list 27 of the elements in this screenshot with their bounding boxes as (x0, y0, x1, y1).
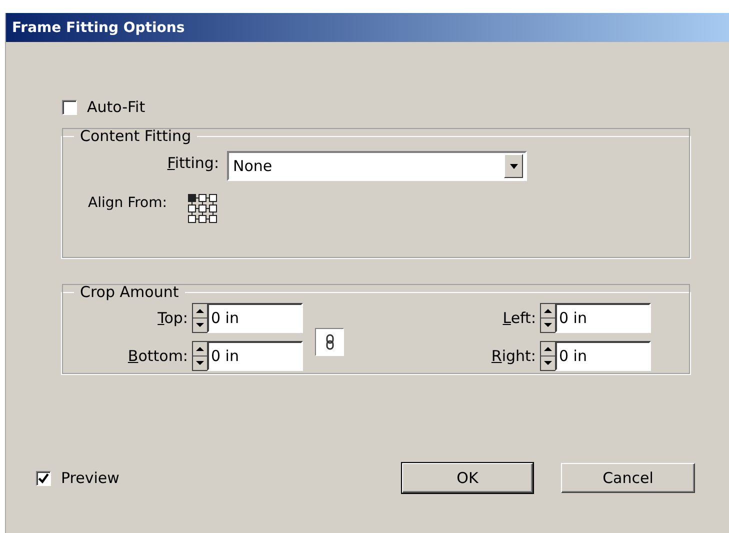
field-label: Top: (156, 309, 188, 327)
field-label: Bottom: (126, 347, 188, 365)
field-label: Align From: (88, 195, 167, 211)
field-label: Left: (502, 309, 536, 327)
checkbox-label: Auto-Fit (87, 98, 146, 116)
crop-input-field[interactable]: 0 in (555, 341, 651, 371)
reference-point-icon[interactable] (186, 193, 218, 224)
fitting-dropdown[interactable]: None (227, 151, 527, 181)
spinner-arrows-icon[interactable] (192, 303, 207, 333)
crop-input-field[interactable]: 0 in (207, 303, 303, 333)
auto-fit-checkbox[interactable] (62, 100, 77, 114)
link-chain-button[interactable] (315, 328, 344, 356)
group-title: Content Fitting (79, 127, 192, 145)
preview-checkbox[interactable] (36, 470, 51, 486)
spinner-arrows-icon[interactable] (540, 341, 555, 371)
chain-link-icon (326, 334, 334, 350)
field-label: Fitting: (166, 154, 219, 172)
crop-input-field[interactable]: 0 in (207, 341, 303, 371)
crop-input-field[interactable]: 0 in (555, 303, 651, 333)
window-title: Frame Fitting Options (12, 20, 185, 36)
ok-button[interactable]: OK (402, 463, 533, 493)
cancel-button[interactable]: Cancel (561, 463, 695, 493)
spinner-arrows-icon[interactable] (192, 341, 207, 371)
group-title: Crop Amount (79, 283, 180, 301)
spinner-arrows-icon[interactable] (540, 303, 555, 333)
field-label: Right: (490, 347, 536, 365)
checkbox-label: Preview (61, 469, 120, 487)
